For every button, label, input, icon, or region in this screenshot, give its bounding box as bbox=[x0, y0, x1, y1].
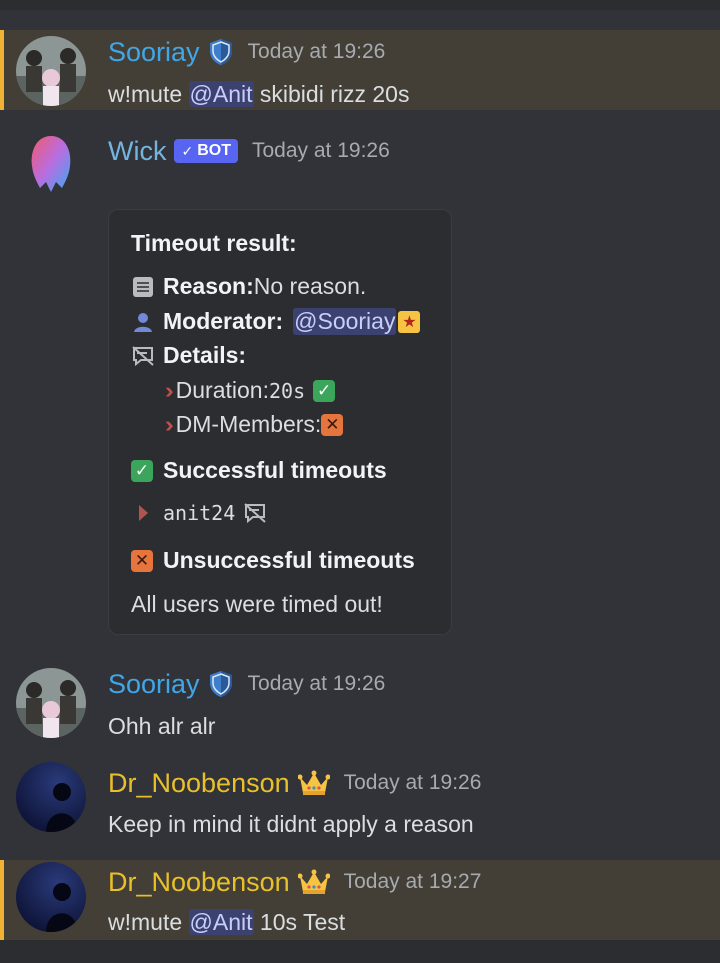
message-1[interactable]: Sooriay Today at 19:26 w!mute @Anit skib… bbox=[0, 30, 720, 110]
double-chevron-icon: ›› bbox=[165, 411, 173, 437]
timestamp: Today at 19:26 bbox=[252, 139, 390, 162]
avatar[interactable] bbox=[16, 762, 86, 832]
moderator-line: Moderator: @Sooriay ★ bbox=[131, 308, 421, 335]
shield-icon bbox=[208, 670, 234, 698]
timestamp: Today at 19:26 bbox=[247, 672, 386, 695]
top-bar bbox=[0, 0, 720, 10]
username[interactable]: Dr_Noobenson bbox=[108, 768, 290, 799]
text-suffix: 10s Test bbox=[253, 909, 346, 935]
crown-icon bbox=[297, 868, 330, 896]
duration-label: Duration: bbox=[175, 377, 269, 403]
text-prefix: w!mute bbox=[108, 909, 189, 935]
timestamp: Today at 19:26 bbox=[343, 771, 482, 794]
embed-title-text: Timeout result: bbox=[131, 230, 297, 256]
text-prefix: w!mute bbox=[108, 81, 189, 107]
message-text: Ohh alr alr bbox=[108, 713, 216, 739]
x-icon: ✕ bbox=[321, 413, 344, 436]
noobenson-avatar-image bbox=[16, 862, 86, 932]
memo-icon bbox=[131, 275, 155, 299]
username[interactable]: Wick bbox=[108, 136, 166, 167]
check-icon: ✓ bbox=[181, 142, 194, 159]
check-icon: ✓ bbox=[131, 459, 153, 482]
username[interactable]: Sooriay bbox=[108, 37, 200, 68]
duration-line: ›› Duration: 20s ✓ bbox=[165, 377, 336, 404]
user-mention[interactable]: @Anit bbox=[188, 81, 254, 107]
fail-title: Unsuccessful timeouts bbox=[163, 547, 415, 573]
muted-message-icon bbox=[243, 501, 267, 525]
timestamp: Today at 19:26 bbox=[247, 40, 386, 63]
fail-heading: ✕ Unsuccessful timeouts bbox=[131, 547, 415, 574]
bottom-bar bbox=[0, 940, 720, 963]
avatar[interactable] bbox=[16, 36, 86, 106]
bot-tag-label: BOT bbox=[197, 142, 231, 159]
message-text: w!mute @Anit skibidi rizz 20s bbox=[108, 81, 409, 108]
dm-members-label: DM-Members: bbox=[175, 411, 322, 437]
reason-value: No reason. bbox=[253, 273, 367, 299]
noobenson-avatar-image bbox=[16, 762, 86, 832]
muted-message-icon bbox=[131, 344, 155, 368]
message-5[interactable]: Dr_Noobenson Today at 19:27 w!mute @Anit… bbox=[0, 860, 720, 940]
footer-text: All users were timed out! bbox=[131, 591, 383, 617]
username[interactable]: Sooriay bbox=[108, 669, 200, 700]
message-3[interactable]: Sooriay Today at 19:26 Ohh alr alr bbox=[0, 662, 720, 742]
user-icon bbox=[131, 310, 155, 334]
shield-icon bbox=[208, 38, 234, 66]
user-mention[interactable]: @Anit bbox=[188, 909, 254, 935]
details-line: Details: bbox=[131, 342, 246, 369]
avatar[interactable] bbox=[16, 668, 86, 738]
wick-avatar-image bbox=[31, 136, 71, 192]
check-icon: ✓ bbox=[313, 379, 336, 402]
moderator-mention[interactable]: @Sooriay bbox=[293, 308, 397, 335]
dm-members-line: ›› DM-Members: ✕ bbox=[165, 411, 344, 438]
message-text: Keep in mind it didnt apply a reason bbox=[108, 811, 474, 837]
message-4[interactable]: Dr_Noobenson Today at 19:26 Keep in mind… bbox=[0, 760, 720, 840]
embed-card: Timeout result: Reason: No reason. Moder… bbox=[108, 209, 452, 635]
x-icon: ✕ bbox=[131, 549, 153, 572]
text-suffix: skibidi rizz 20s bbox=[253, 81, 410, 107]
timestamp: Today at 19:27 bbox=[343, 870, 482, 893]
success-title: Successful timeouts bbox=[163, 457, 387, 483]
moderator-label: Moderator: bbox=[163, 308, 284, 334]
embed-footer: All users were timed out! bbox=[131, 591, 383, 618]
sooriay-avatar-image bbox=[16, 36, 86, 106]
crown-icon bbox=[297, 769, 330, 797]
star-icon: ★ bbox=[398, 310, 421, 333]
bot-tag: ✓ BOT bbox=[174, 139, 238, 163]
success-user-line: anit24 bbox=[131, 501, 275, 525]
details-label: Details: bbox=[163, 342, 247, 368]
avatar[interactable] bbox=[16, 130, 86, 200]
reason-label: Reason: bbox=[163, 273, 254, 299]
success-user: anit24 bbox=[163, 501, 236, 525]
double-chevron-icon: ›› bbox=[165, 377, 173, 403]
caret-right-icon bbox=[131, 501, 155, 525]
reason-line: Reason: No reason. bbox=[131, 273, 366, 300]
avatar[interactable] bbox=[16, 862, 86, 932]
embed-title: Timeout result: bbox=[131, 230, 297, 257]
username[interactable]: Dr_Noobenson bbox=[108, 867, 290, 898]
message-text: w!mute @Anit 10s Test bbox=[108, 909, 345, 936]
sooriay-avatar-image bbox=[16, 668, 86, 738]
duration-value: 20s bbox=[268, 378, 306, 403]
success-heading: ✓ Successful timeouts bbox=[131, 457, 387, 484]
